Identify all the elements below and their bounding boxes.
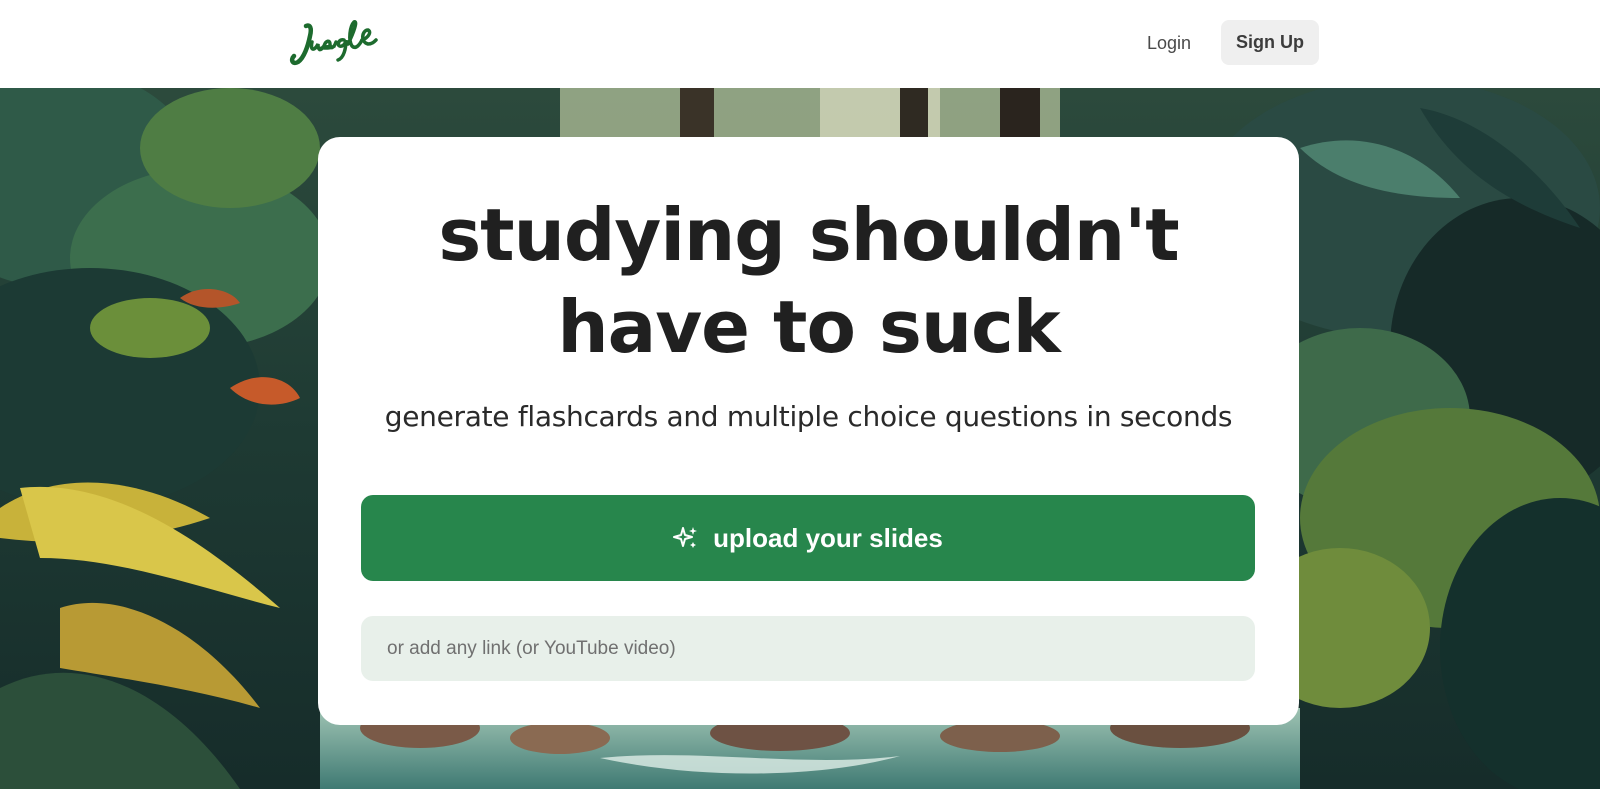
- hero-card: studying shouldn't have to suck generate…: [318, 137, 1299, 725]
- jungle-logo[interactable]: [288, 14, 378, 70]
- hero-subheadline: generate flashcards and multiple choice …: [384, 400, 1233, 433]
- jungle-logo-wordmark: [289, 20, 378, 66]
- hero-headline-line-1: studying shouldn't: [438, 193, 1179, 277]
- hero-headline-line-2: have to suck: [557, 285, 1060, 369]
- hero-headline: studying shouldn't have to suck: [318, 189, 1299, 373]
- signup-button[interactable]: Sign Up: [1221, 20, 1319, 65]
- upload-slides-label: upload your slides: [713, 522, 943, 553]
- sparkles-icon: [673, 527, 698, 548]
- upload-slides-button[interactable]: upload your slides: [361, 495, 1255, 581]
- link-input[interactable]: [361, 616, 1255, 681]
- top-navbar: Login Sign Up: [0, 0, 1600, 88]
- login-button[interactable]: Login: [1130, 22, 1208, 64]
